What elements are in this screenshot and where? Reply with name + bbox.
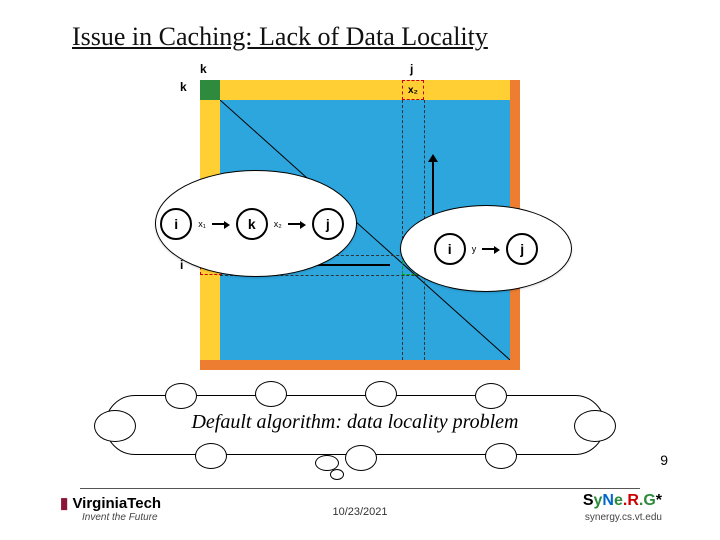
cloud-puff [345,445,377,471]
k-row [220,80,510,100]
callout-ikj: i x₁ k x₂ j [155,170,357,277]
cloud-puff [365,381,397,407]
callout-iyj: i y j [400,205,572,292]
arrow-right-icon [288,219,306,229]
node-j: j [506,233,538,265]
node-k: k [236,208,268,240]
edge-y-label: y [472,244,477,254]
cell-x2: x₂ [402,80,424,100]
slide: Issue in Caching: Lack of Data Locality … [0,0,720,540]
cloud-tail [330,469,344,480]
footer: ▮ VirginiaTech Invent the Future 10/23/2… [0,488,720,540]
synergy-logo: SyNe.R.G* [583,492,662,510]
synergy-url: synergy.cs.vt.edu [585,512,662,523]
arrow-right-icon [212,219,230,229]
page-number: 9 [660,452,668,468]
cloud-puff [485,443,517,469]
label-j-top: j [410,62,413,76]
cloud-puff [475,383,507,409]
footer-divider [80,488,640,489]
node-j: j [312,208,344,240]
node-i: i [160,208,192,240]
cloud-puff [255,381,287,407]
node-i: i [434,233,466,265]
cloud-puff [195,443,227,469]
label-k-left: k [180,80,187,94]
vguide-j-left [402,100,403,360]
cloud-puff [165,383,197,409]
label-k-top: k [200,62,207,76]
edge-x1-label: x₁ [198,219,206,229]
thought-cloud: Default algorithm: data locality problem [105,395,605,455]
edge-x2-label: x₂ [274,219,282,229]
pivot-block [200,80,220,100]
slide-title: Issue in Caching: Lack of Data Locality [72,22,488,52]
arrow-right-icon [482,244,500,254]
cloud-text: Default algorithm: data locality problem [105,411,605,434]
